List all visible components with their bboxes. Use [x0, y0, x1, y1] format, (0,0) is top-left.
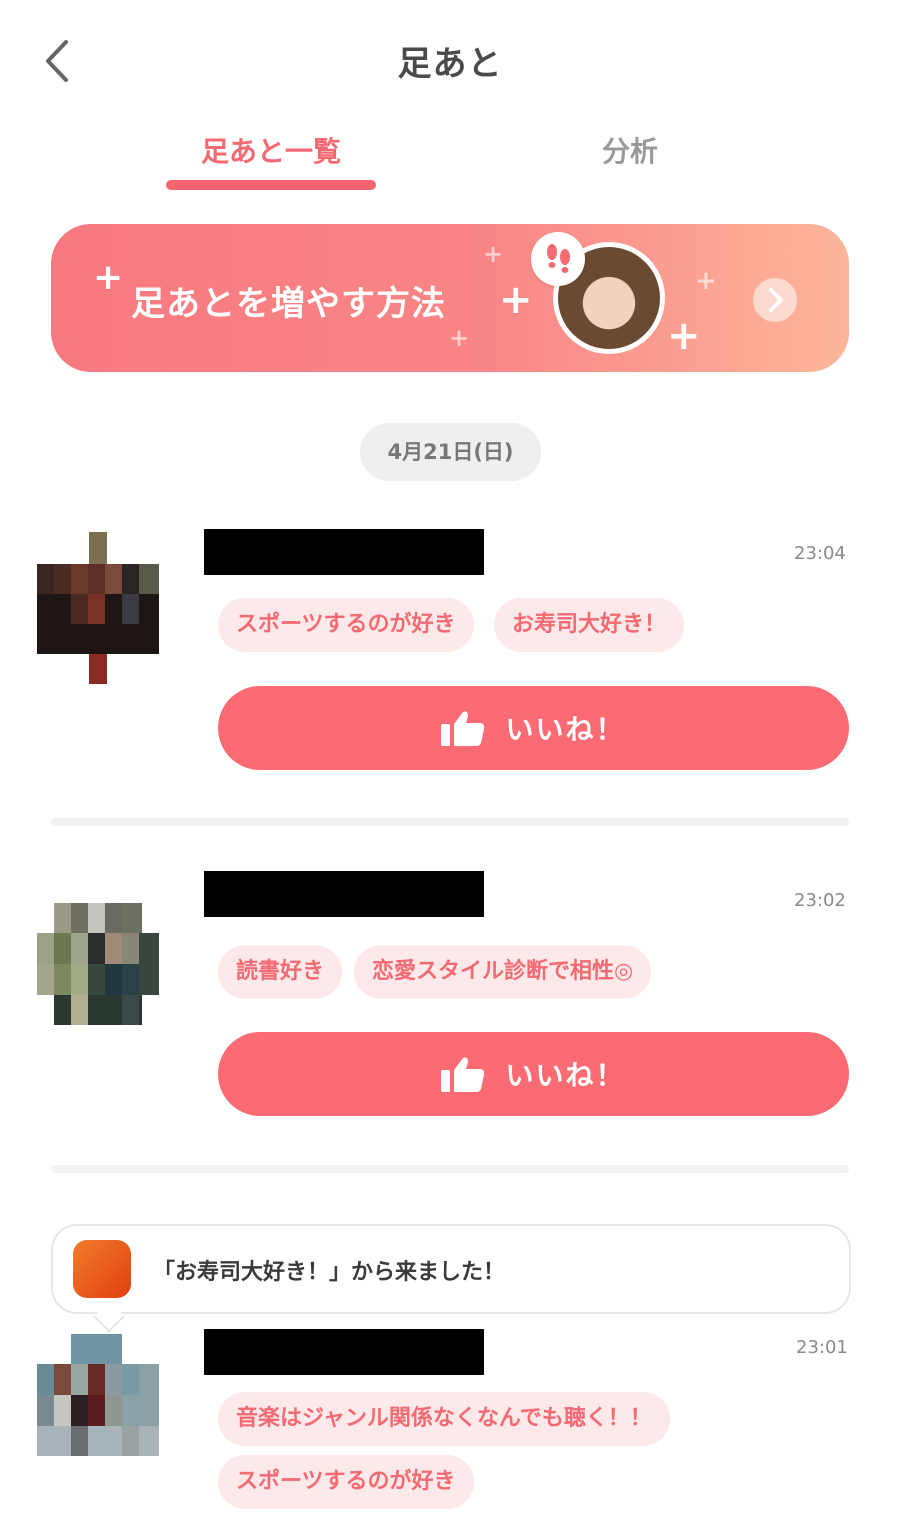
sparkle-plus-icon: +	[499, 277, 533, 323]
interest-tag[interactable]: スポーツするのが好き	[218, 598, 474, 652]
user-name-redacted	[204, 1329, 484, 1375]
tab-footprint-list[interactable]: 足あと一覧	[166, 130, 376, 170]
user-name-redacted	[204, 871, 484, 917]
sparkle-plus-icon: +	[449, 324, 470, 352]
divider	[51, 1165, 849, 1173]
referral-callout: 「お寿司大好き！」から来ました！	[51, 1224, 851, 1314]
referral-callout-text: 「お寿司大好き！」から来ました！	[153, 1260, 506, 1285]
divider	[51, 818, 849, 826]
chevron-right-icon	[769, 288, 783, 312]
thumbs-up-icon	[441, 1057, 485, 1092]
interest-tag[interactable]: 読書好き	[218, 945, 343, 999]
sparkle-plus-icon: +	[93, 257, 124, 298]
tab-analysis[interactable]: 分析	[520, 130, 740, 170]
date-chip: 4月21日(日)	[360, 423, 541, 481]
sparkle-plus-icon: +	[695, 266, 717, 296]
visit-time: 23:01	[796, 1337, 848, 1358]
interest-tag[interactable]: お寿司大好き！	[494, 598, 685, 652]
banner-arrow-button[interactable]	[753, 278, 797, 322]
visit-time: 23:02	[794, 890, 846, 911]
increase-footprints-banner[interactable]: + 足あとを増やす方法 + + + + +	[51, 224, 849, 372]
user-name-redacted	[204, 529, 484, 575]
thumbs-up-icon	[441, 711, 485, 746]
user-avatar[interactable]	[37, 532, 159, 684]
interest-tag[interactable]: 恋愛スタイル診断で相性◎	[354, 945, 652, 999]
sparkle-plus-icon: +	[667, 313, 701, 359]
user-avatar[interactable]	[37, 1334, 159, 1486]
sushi-community-icon	[73, 1240, 131, 1298]
user-avatar[interactable]	[37, 903, 159, 1055]
like-button-label: いいね！	[505, 713, 626, 746]
tab-active-underline	[166, 180, 376, 190]
sparkle-plus-icon: +	[483, 240, 504, 268]
visit-time: 23:04	[794, 543, 846, 564]
interest-tag[interactable]: 音楽はジャンル関係なくなんでも聴く！！	[218, 1392, 670, 1446]
banner-text: 足あとを増やす方法	[131, 284, 446, 324]
page-title: 足あと	[397, 44, 503, 84]
like-button[interactable]: いいね！	[218, 1032, 849, 1116]
interest-tag[interactable]: スポーツするのが好き	[218, 1455, 474, 1509]
like-button-label: いいね！	[505, 1059, 626, 1092]
like-button[interactable]: いいね！	[218, 686, 849, 770]
footprint-icon	[531, 232, 585, 286]
